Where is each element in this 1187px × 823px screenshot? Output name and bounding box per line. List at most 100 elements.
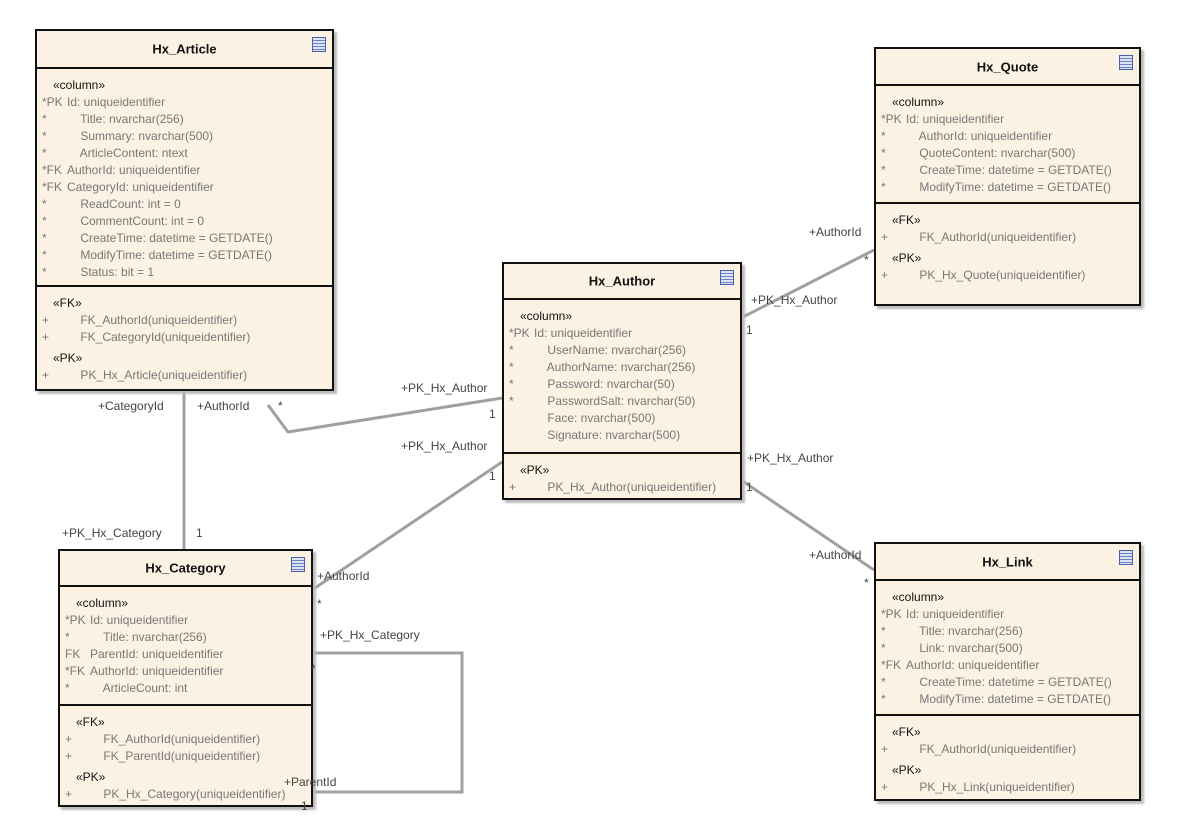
column-row[interactable]: * CreateTime: datetime = GETDATE() xyxy=(37,230,332,247)
operation-row[interactable]: + PK_Hx_Link(uniqueidentifier) xyxy=(876,779,1139,796)
stereotype-label: «FK» xyxy=(892,725,921,739)
table-header: Hx_Category xyxy=(60,551,311,587)
column-row[interactable]: * CommentCount: int = 0 xyxy=(37,213,332,230)
columns-section: «column» *PK Id: uniqueidentifier * Title: … xyxy=(60,587,311,704)
column-key: * xyxy=(881,180,886,194)
column-row[interactable]: * Title: nvarchar(256) xyxy=(876,623,1139,640)
columns-section: «column» *PK Id: uniqueidentifier * Title: … xyxy=(876,581,1139,714)
column-text: CreateTime: datetime = GETDATE() xyxy=(906,163,1112,177)
column-row[interactable]: * ModifyTime: datetime = GETDATE() xyxy=(876,179,1139,196)
operation-row[interactable]: + FK_AuthorId(uniqueidentifier) xyxy=(60,731,311,748)
column-text: Title: nvarchar(256) xyxy=(67,112,184,126)
column-row[interactable]: * Title: nvarchar(256) xyxy=(37,111,332,128)
stereotype-label: «column» xyxy=(53,78,106,92)
column-key: *FK xyxy=(65,664,86,678)
column-text: Link: nvarchar(500) xyxy=(906,641,1023,655)
table-icon xyxy=(720,270,734,285)
table-title: Hx_Link xyxy=(982,554,1033,569)
operation-row[interactable]: + FK_ParentId(uniqueidentifier) xyxy=(60,748,311,765)
column-row[interactable]: * AuthorId: uniqueidentifier xyxy=(876,128,1139,145)
connector-quote-author[interactable] xyxy=(740,248,875,320)
column-row[interactable]: Face: nvarchar(500) xyxy=(504,410,740,427)
column-row[interactable]: *PK Id: uniqueidentifier xyxy=(876,111,1139,128)
operations-section: «FK» + FK_AuthorId(uniqueidentifier) «PK» +… xyxy=(876,714,1139,796)
column-text: QuoteContent: nvarchar(500) xyxy=(906,146,1076,160)
column-key: * xyxy=(881,129,886,143)
role-label: +PK_Hx_Author xyxy=(751,293,838,307)
role-label: +PK_Hx_Category xyxy=(62,526,162,540)
column-text: AuthorName: nvarchar(256) xyxy=(534,360,696,374)
column-row[interactable]: *PK Id: uniqueidentifier xyxy=(504,325,740,342)
column-row[interactable]: *PK Id: uniqueidentifier xyxy=(60,612,311,629)
column-row[interactable]: *FK AuthorId: uniqueidentifier xyxy=(37,162,332,179)
column-row[interactable]: * UserName: nvarchar(256) xyxy=(504,342,740,359)
table-hx-quote[interactable]: Hx_Quote «column» *PK Id: uniqueidentifier *… xyxy=(874,47,1141,306)
table-hx-article[interactable]: Hx_Article «column» *PK Id: uniqueidentifie… xyxy=(35,29,334,391)
column-row[interactable]: Signature: nvarchar(500) xyxy=(504,427,740,444)
role-label: +AuthorId xyxy=(809,548,862,562)
operation-text: FK_CategoryId(uniqueidentifier) xyxy=(67,330,251,344)
column-row[interactable]: *PK Id: uniqueidentifier xyxy=(37,94,332,111)
role-label: +PK_Hx_Author xyxy=(747,451,834,465)
column-key: * xyxy=(42,231,47,245)
column-row[interactable]: * PasswordSalt: nvarchar(50) xyxy=(504,393,740,410)
column-key: * xyxy=(509,360,514,374)
column-row[interactable]: *PK Id: uniqueidentifier xyxy=(876,606,1139,623)
column-row[interactable]: * CreateTime: datetime = GETDATE() xyxy=(876,674,1139,691)
table-hx-author[interactable]: Hx_Author «column» *PK Id: uniqueidentifier… xyxy=(502,262,742,500)
operation-row[interactable]: + PK_Hx_Author(uniqueidentifier) xyxy=(504,479,740,496)
operation-text: FK_AuthorId(uniqueidentifier) xyxy=(67,313,238,327)
column-row[interactable]: * Link: nvarchar(500) xyxy=(876,640,1139,657)
multiplicity-label: * xyxy=(278,399,283,413)
connector-category-self[interactable] xyxy=(300,651,464,794)
operation-row[interactable]: + FK_CategoryId(uniqueidentifier) xyxy=(37,329,332,346)
operation-row[interactable]: + PK_Hx_Article(uniqueidentifier) xyxy=(37,367,332,384)
operation-row[interactable]: + PK_Hx_Quote(uniqueidentifier) xyxy=(876,267,1139,284)
column-key: * xyxy=(509,377,514,391)
operation-text: FK_AuthorId(uniqueidentifier) xyxy=(906,230,1077,244)
column-row[interactable]: * Status: bit = 1 xyxy=(37,264,332,281)
operation-row[interactable]: + PK_Hx_Category(uniqueidentifier) xyxy=(60,786,311,803)
column-key: *PK xyxy=(509,326,530,340)
stereotype-label: «PK» xyxy=(892,251,922,265)
column-row[interactable]: * ArticleCount: int xyxy=(60,680,311,697)
operation-row[interactable]: + FK_AuthorId(uniqueidentifier) xyxy=(37,312,332,329)
table-hx-link[interactable]: Hx_Link «column» *PK Id: uniqueidentifier * … xyxy=(874,542,1141,801)
column-row[interactable]: FK ParentId: uniqueidentifier xyxy=(60,646,311,663)
stereotype-label: «PK» xyxy=(53,351,83,365)
column-row[interactable]: * AuthorName: nvarchar(256) xyxy=(504,359,740,376)
column-text: ModifyTime: datetime = GETDATE() xyxy=(906,692,1112,706)
operation-row[interactable]: + FK_AuthorId(uniqueidentifier) xyxy=(876,229,1139,246)
column-text: Id: uniqueidentifier xyxy=(906,112,1005,126)
column-row[interactable]: *FK CategoryId: uniqueidentifier xyxy=(37,179,332,196)
column-row[interactable]: * Title: nvarchar(256) xyxy=(60,629,311,646)
column-key: * xyxy=(65,681,70,695)
column-row[interactable]: * ModifyTime: datetime = GETDATE() xyxy=(37,247,332,264)
table-icon xyxy=(1119,550,1133,565)
column-row[interactable]: * Summary: nvarchar(500) xyxy=(37,128,332,145)
table-icon xyxy=(312,37,326,52)
connector-article-author[interactable] xyxy=(266,396,503,434)
column-row[interactable]: * ArticleContent: ntext xyxy=(37,145,332,162)
column-key: * xyxy=(65,630,70,644)
role-label: +AuthorId xyxy=(809,225,862,239)
operation-text: PK_Hx_Category(uniqueidentifier) xyxy=(90,787,286,801)
column-key: * xyxy=(881,163,886,177)
operation-text: PK_Hx_Author(uniqueidentifier) xyxy=(534,480,717,494)
column-row[interactable]: * ReadCount: int = 0 xyxy=(37,196,332,213)
column-row[interactable]: * ModifyTime: datetime = GETDATE() xyxy=(876,691,1139,708)
column-row[interactable]: * CreateTime: datetime = GETDATE() xyxy=(876,162,1139,179)
column-key: *PK xyxy=(42,95,63,109)
column-row[interactable]: * QuoteContent: nvarchar(500) xyxy=(876,145,1139,162)
column-text: AuthorId: uniqueidentifier xyxy=(90,664,224,678)
column-row[interactable]: *FK AuthorId: uniqueidentifier xyxy=(60,663,311,680)
diagram-canvas: Hx_Article «column» *PK Id: uniqueidentifie… xyxy=(0,0,1187,823)
column-text: ModifyTime: datetime = GETDATE() xyxy=(906,180,1112,194)
operation-key: + xyxy=(42,368,50,382)
operation-row[interactable]: + FK_AuthorId(uniqueidentifier) xyxy=(876,741,1139,758)
column-row[interactable]: *FK AuthorId: uniqueidentifier xyxy=(876,657,1139,674)
multiplicity-label: * xyxy=(311,662,316,676)
table-hx-category[interactable]: Hx_Category «column» *PK Id: uniqueidentifi… xyxy=(58,549,313,807)
multiplicity-label: 1 xyxy=(746,323,753,337)
column-row[interactable]: * Password: nvarchar(50) xyxy=(504,376,740,393)
